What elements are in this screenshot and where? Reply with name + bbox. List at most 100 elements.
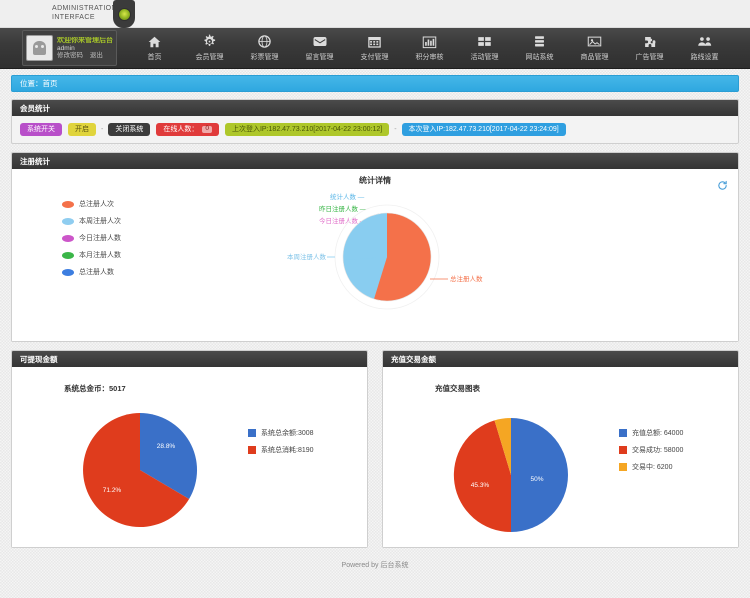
current-login-ip-badge: 本次登入IP:182.47.73.210[2017-04-22 23:24:09… (401, 123, 566, 136)
last-login-ip-badge: 上次登入IP:182.47.73.210[2017-04-22 23:00:12… (224, 123, 390, 136)
nav-item-payment-management[interactable]: 支付管理 (347, 28, 402, 62)
recharge-legend-label-2: 交易中: 6200 (632, 464, 673, 471)
pie-left-label: 本周注册人数 (287, 252, 327, 261)
nav-label-member-management: 会员管理 (195, 54, 224, 61)
coin-panel-title: 可提现金额 (12, 351, 367, 367)
footer-text: Powered by 后台系统 (341, 562, 409, 569)
nav-label-route-settings: 路线设置 (690, 54, 719, 61)
footer: Powered by 后台系统 (11, 548, 739, 570)
member-stats-body: 系统开关 开启 - 关闭系统 在线人数： 0 上次登入IP:182.47.73.2… (12, 116, 738, 143)
recharge-legend-swatch-1 (619, 446, 627, 454)
breadcrumb: 位置：首页 (11, 75, 739, 92)
eye-logo-icon (113, 0, 135, 28)
coin-legend-item-1[interactable]: 系统总消耗:8190 (248, 445, 314, 455)
coin-legend-label-0: 系统总余额:3008 (261, 430, 314, 437)
pill-separator-2: - (394, 126, 397, 133)
image-icon (567, 33, 622, 50)
pill-separator: - (101, 126, 104, 133)
content-area: 位置：首页 会员统计 系统开关 开启 - 关闭系统 在线人数： 0 上次登入IP:… (0, 69, 750, 570)
nav-item-ad-management[interactable]: 广告管理 (622, 28, 677, 62)
chart-icon (402, 33, 457, 50)
member-stats-pills: 系统开关 开启 - 关闭系统 在线人数： 0 上次登入IP:182.47.73.2… (20, 123, 730, 136)
coin-chart-legend: 系统总余额:3008 系统总消耗:8190 (208, 428, 314, 462)
nav-label-points-review: 积分审核 (415, 54, 444, 61)
nav-label-message-management: 留言管理 (305, 54, 334, 61)
nav-label-exit: 退出 (732, 52, 750, 62)
user-info-text: 欢迎你来管理后台 admin 修改密码 退出 (53, 37, 113, 59)
coin-chart-card: 系统总金币：5017 28.8% 71.2% 系统总余额:3008 系统总消耗:… (12, 367, 367, 547)
avatar-face-icon (33, 41, 46, 55)
brand-bar: ADMINISTRATION INTERFACE (0, 0, 750, 28)
bottom-charts-row: 可提现金额 系统总金币：5017 28.8% 71.2% 系统总余额:3008 (11, 350, 739, 548)
nav-label-product-management: 商品管理 (580, 54, 609, 61)
home-icon (127, 33, 182, 50)
calendar-icon (347, 33, 402, 50)
system-switch-button[interactable]: 系统开关 (20, 123, 62, 136)
register-stats-panel: 注册统计 总注册人次 本周注册人次 今日注册人数 本月注册人数 总注册人数 统计… (11, 152, 739, 342)
nav-label-website-system: 网站系统 (525, 54, 554, 61)
online-count-label: 在线人数： (163, 126, 199, 133)
mail-icon (292, 33, 347, 50)
nav-item-product-management[interactable]: 商品管理 (567, 28, 622, 62)
nav-label-ad-management: 广告管理 (635, 54, 664, 61)
nav-item-lottery-management[interactable]: 彩票管理 (237, 28, 292, 62)
user-links: 修改密码 退出 (57, 52, 113, 59)
server-icon (512, 33, 567, 50)
nav-item-points-review[interactable]: 积分审核 (402, 28, 457, 62)
recharge-legend-item-0[interactable]: 充值总额: 64000 (619, 428, 683, 438)
system-off-button[interactable]: 关闭系统 (108, 123, 151, 136)
nav-item-route-settings[interactable]: 路线设置 (677, 28, 732, 62)
nav-item-exit[interactable]: 退出 (732, 28, 750, 62)
user-info-box[interactable]: 欢迎你来管理后台 admin 修改密码 退出 (22, 30, 117, 66)
annotation-label-0: 统计人数 — (330, 192, 365, 201)
coin-panel: 可提现金额 系统总金币：5017 28.8% 71.2% 系统总余额:3008 (11, 350, 368, 548)
recharge-chart-title: 充值交易图表 (435, 384, 480, 393)
recharge-legend-item-2[interactable]: 交易中: 6200 (619, 462, 683, 472)
coin-slice-label-1: 71.2% (103, 487, 122, 494)
nav-label-home: 首页 (147, 54, 162, 61)
globe-icon (237, 33, 292, 50)
recharge-slice-label-0: 50% (530, 476, 543, 483)
online-count-badge: 在线人数： 0 (156, 123, 219, 136)
register-stats-body: 总注册人次 本周注册人次 今日注册人数 本月注册人数 总注册人数 统计详情 统计… (12, 169, 738, 341)
recharge-panel-title: 充值交易金额 (383, 351, 738, 367)
avatar (26, 35, 53, 61)
coin-slice-label-0: 28.8% (157, 443, 176, 450)
puzzle-icon (622, 33, 677, 50)
recharge-legend-label-0: 充值总额: 64000 (632, 430, 684, 437)
recharge-chart-legend: 充值总额: 64000 交易成功: 58000 交易中: 6200 (579, 428, 683, 479)
nav-item-activity-management[interactable]: 活动管理 (457, 28, 512, 62)
coin-legend-item-0[interactable]: 系统总余额:3008 (248, 428, 314, 438)
breadcrumb-text: 位置：首页 (20, 79, 58, 88)
change-password-link[interactable]: 修改密码 (57, 52, 83, 59)
brand-title-line1: ADMINISTRATION (52, 5, 117, 12)
nav-label-activity-management: 活动管理 (470, 54, 499, 61)
brand-title-line2: INTERFACE (52, 14, 95, 21)
coin-legend-swatch-1 (248, 446, 256, 454)
coin-legend-label-1: 系统总消耗:8190 (261, 447, 314, 454)
user-name: admin (57, 44, 75, 52)
coin-chart-title: 系统总金币：5017 (64, 384, 126, 393)
recharge-panel: 充值交易金额 充值交易图表 50% 45.3% 充值总额: 64000 交易成功… (382, 350, 739, 548)
recharge-slice-label-1: 45.3% (471, 482, 490, 489)
nav-item-website-system[interactable]: 网站系统 (512, 28, 567, 62)
system-on-button[interactable]: 开启 (68, 123, 96, 136)
logout-link[interactable]: 退出 (90, 52, 103, 59)
pie-right-label: 总注册人数 (450, 274, 483, 283)
pie-slice-recharge-total[interactable] (511, 418, 568, 532)
nav-items: 首页 会员管理 彩票管理 留言管理 支付管理 积分审核 活动管理 网站系统 商品… (117, 28, 750, 68)
nav-label-lottery-management: 彩票管理 (250, 54, 279, 61)
recharge-legend-item-1[interactable]: 交易成功: 58000 (619, 445, 683, 455)
recharge-legend-swatch-2 (619, 463, 627, 471)
users-icon (677, 33, 732, 50)
grid-icon (457, 33, 512, 50)
exit-icon (732, 33, 750, 50)
user-welcome: 欢迎你来管理后台 (57, 37, 113, 45)
main-navigation-bar: 欢迎你来管理后台 admin 修改密码 退出 首页 会员管理 彩票管理 留言管理… (0, 28, 750, 69)
register-detail-pie: 统计人数 — 昨日注册人数 — 今日注册人数 — 本周注册人数 总注册人数 (287, 192, 483, 310)
coin-legend-swatch-0 (248, 429, 256, 437)
nav-item-home[interactable]: 首页 (127, 28, 182, 62)
nav-item-member-management[interactable]: 会员管理 (182, 28, 237, 62)
online-count-value: 0 (202, 126, 212, 133)
nav-item-message-management[interactable]: 留言管理 (292, 28, 347, 62)
